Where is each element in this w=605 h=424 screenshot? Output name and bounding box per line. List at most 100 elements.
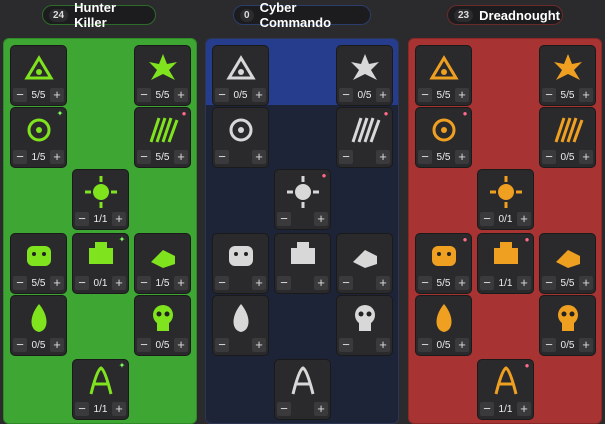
increment-button[interactable]: + bbox=[579, 276, 593, 290]
decrement-button[interactable]: − bbox=[137, 88, 151, 102]
decrement-button[interactable]: − bbox=[215, 338, 229, 352]
increment-button[interactable]: + bbox=[314, 212, 328, 226]
decrement-button[interactable]: − bbox=[339, 150, 353, 164]
node-ammo-belt[interactable]: ● −1/1 + bbox=[477, 233, 534, 294]
increment-button[interactable]: + bbox=[376, 150, 390, 164]
increment-button[interactable]: + bbox=[376, 88, 390, 102]
increment-button[interactable]: + bbox=[517, 276, 531, 290]
decrement-button[interactable]: − bbox=[137, 150, 151, 164]
node-turret[interactable]: ✦ −0/1 + bbox=[72, 233, 129, 294]
node-round-shield[interactable]: −0/5 + bbox=[539, 107, 596, 168]
node-warning[interactable]: −0/5 + bbox=[212, 45, 269, 106]
increment-button[interactable]: + bbox=[112, 402, 126, 416]
increment-button[interactable]: + bbox=[314, 402, 328, 416]
tab-cyber-commando[interactable]: 0 Cyber Commando bbox=[233, 0, 371, 30]
decrement-button[interactable]: − bbox=[13, 150, 27, 164]
increment-button[interactable]: + bbox=[174, 150, 188, 164]
increment-button[interactable]: + bbox=[174, 88, 188, 102]
decrement-button[interactable]: − bbox=[13, 276, 27, 290]
decrement-button[interactable]: − bbox=[13, 88, 27, 102]
node-drill[interactable]: ● −1/1 + bbox=[477, 359, 534, 420]
decrement-button[interactable]: − bbox=[542, 88, 556, 102]
increment-button[interactable]: + bbox=[517, 212, 531, 226]
increment-button[interactable]: + bbox=[252, 338, 266, 352]
node-castle[interactable]: −5/5 + bbox=[539, 45, 596, 106]
increment-button[interactable]: + bbox=[455, 88, 469, 102]
increment-button[interactable]: + bbox=[579, 338, 593, 352]
node-burst[interactable]: −5/5 + bbox=[134, 45, 191, 106]
node-shield-strike[interactable]: − + bbox=[212, 233, 269, 294]
decrement-button[interactable]: − bbox=[137, 276, 151, 290]
node-ammo[interactable]: −1/5 + bbox=[134, 233, 191, 294]
increment-button[interactable]: + bbox=[112, 212, 126, 226]
decrement-button[interactable]: − bbox=[480, 402, 494, 416]
node-hand[interactable]: ● − + bbox=[274, 169, 331, 230]
decrement-button[interactable]: − bbox=[75, 402, 89, 416]
node-drop[interactable]: −0/5 + bbox=[10, 295, 67, 356]
node-cyber-head[interactable]: −0/5 + bbox=[336, 45, 393, 106]
decrement-button[interactable]: − bbox=[542, 338, 556, 352]
decrement-button[interactable]: − bbox=[542, 150, 556, 164]
increment-button[interactable]: + bbox=[455, 150, 469, 164]
increment-button[interactable]: + bbox=[252, 150, 266, 164]
increment-button[interactable]: + bbox=[517, 402, 531, 416]
increment-button[interactable]: + bbox=[112, 276, 126, 290]
increment-button[interactable]: + bbox=[252, 276, 266, 290]
increment-button[interactable]: + bbox=[314, 276, 328, 290]
node-arm-cannon[interactable]: − + bbox=[274, 359, 331, 420]
decrement-button[interactable]: − bbox=[480, 276, 494, 290]
node-radiation[interactable]: −0/1 + bbox=[477, 169, 534, 230]
node-runner[interactable]: − + bbox=[274, 233, 331, 294]
increment-button[interactable]: + bbox=[455, 276, 469, 290]
increment-button[interactable]: + bbox=[50, 150, 64, 164]
decrement-button[interactable]: − bbox=[75, 212, 89, 226]
decrement-button[interactable]: − bbox=[339, 338, 353, 352]
node-bomb[interactable]: −0/5 + bbox=[415, 295, 472, 356]
node-heart[interactable]: − + bbox=[336, 233, 393, 294]
increment-button[interactable]: + bbox=[376, 276, 390, 290]
node-splat[interactable]: −1/1 + bbox=[72, 169, 129, 230]
node-skull[interactable]: −0/5 + bbox=[134, 295, 191, 356]
increment-button[interactable]: + bbox=[579, 150, 593, 164]
node-tendrils[interactable]: ✦ −1/1 + bbox=[72, 359, 129, 420]
increment-button[interactable]: + bbox=[174, 276, 188, 290]
decrement-button[interactable]: − bbox=[277, 212, 291, 226]
node-helmet[interactable]: ● −5/5 + bbox=[415, 233, 472, 294]
decrement-button[interactable]: − bbox=[137, 338, 151, 352]
increment-button[interactable]: + bbox=[376, 338, 390, 352]
node-gasmask[interactable]: −5/5 + bbox=[539, 233, 596, 294]
node-mech-jump[interactable]: −5/5 + bbox=[10, 45, 67, 106]
increment-button[interactable]: + bbox=[252, 88, 266, 102]
decrement-button[interactable]: − bbox=[339, 276, 353, 290]
decrement-button[interactable]: − bbox=[480, 212, 494, 226]
decrement-button[interactable]: − bbox=[339, 88, 353, 102]
decrement-button[interactable]: − bbox=[277, 402, 291, 416]
decrement-button[interactable]: − bbox=[215, 88, 229, 102]
node-armor[interactable]: ● −5/5 + bbox=[415, 107, 472, 168]
node-beast[interactable]: −5/5 + bbox=[10, 233, 67, 294]
tab-hunter-killer[interactable]: 24 Hunter Killer bbox=[42, 0, 156, 30]
increment-button[interactable]: + bbox=[50, 88, 64, 102]
node-biohazard[interactable]: ✦ −1/5 + bbox=[10, 107, 67, 168]
decrement-button[interactable]: − bbox=[215, 276, 229, 290]
decrement-button[interactable]: − bbox=[215, 150, 229, 164]
decrement-button[interactable]: − bbox=[418, 276, 432, 290]
node-claws[interactable]: ● −5/5 + bbox=[134, 107, 191, 168]
decrement-button[interactable]: − bbox=[13, 338, 27, 352]
increment-button[interactable]: + bbox=[50, 338, 64, 352]
decrement-button[interactable]: − bbox=[277, 276, 291, 290]
node-robot-arm[interactable]: ● − + bbox=[336, 107, 393, 168]
node-bug[interactable]: −0/5 + bbox=[539, 295, 596, 356]
increment-button[interactable]: + bbox=[579, 88, 593, 102]
decrement-button[interactable]: − bbox=[542, 276, 556, 290]
decrement-button[interactable]: − bbox=[418, 88, 432, 102]
node-canister[interactable]: −5/5 + bbox=[415, 45, 472, 106]
node-guitar[interactable]: − + bbox=[212, 107, 269, 168]
node-crawler[interactable]: − + bbox=[212, 295, 269, 356]
increment-button[interactable]: + bbox=[174, 338, 188, 352]
decrement-button[interactable]: − bbox=[418, 338, 432, 352]
tab-dreadnought[interactable]: 23 Dreadnought bbox=[447, 5, 563, 25]
node-blaster[interactable]: − + bbox=[336, 295, 393, 356]
decrement-button[interactable]: − bbox=[75, 276, 89, 290]
increment-button[interactable]: + bbox=[455, 338, 469, 352]
